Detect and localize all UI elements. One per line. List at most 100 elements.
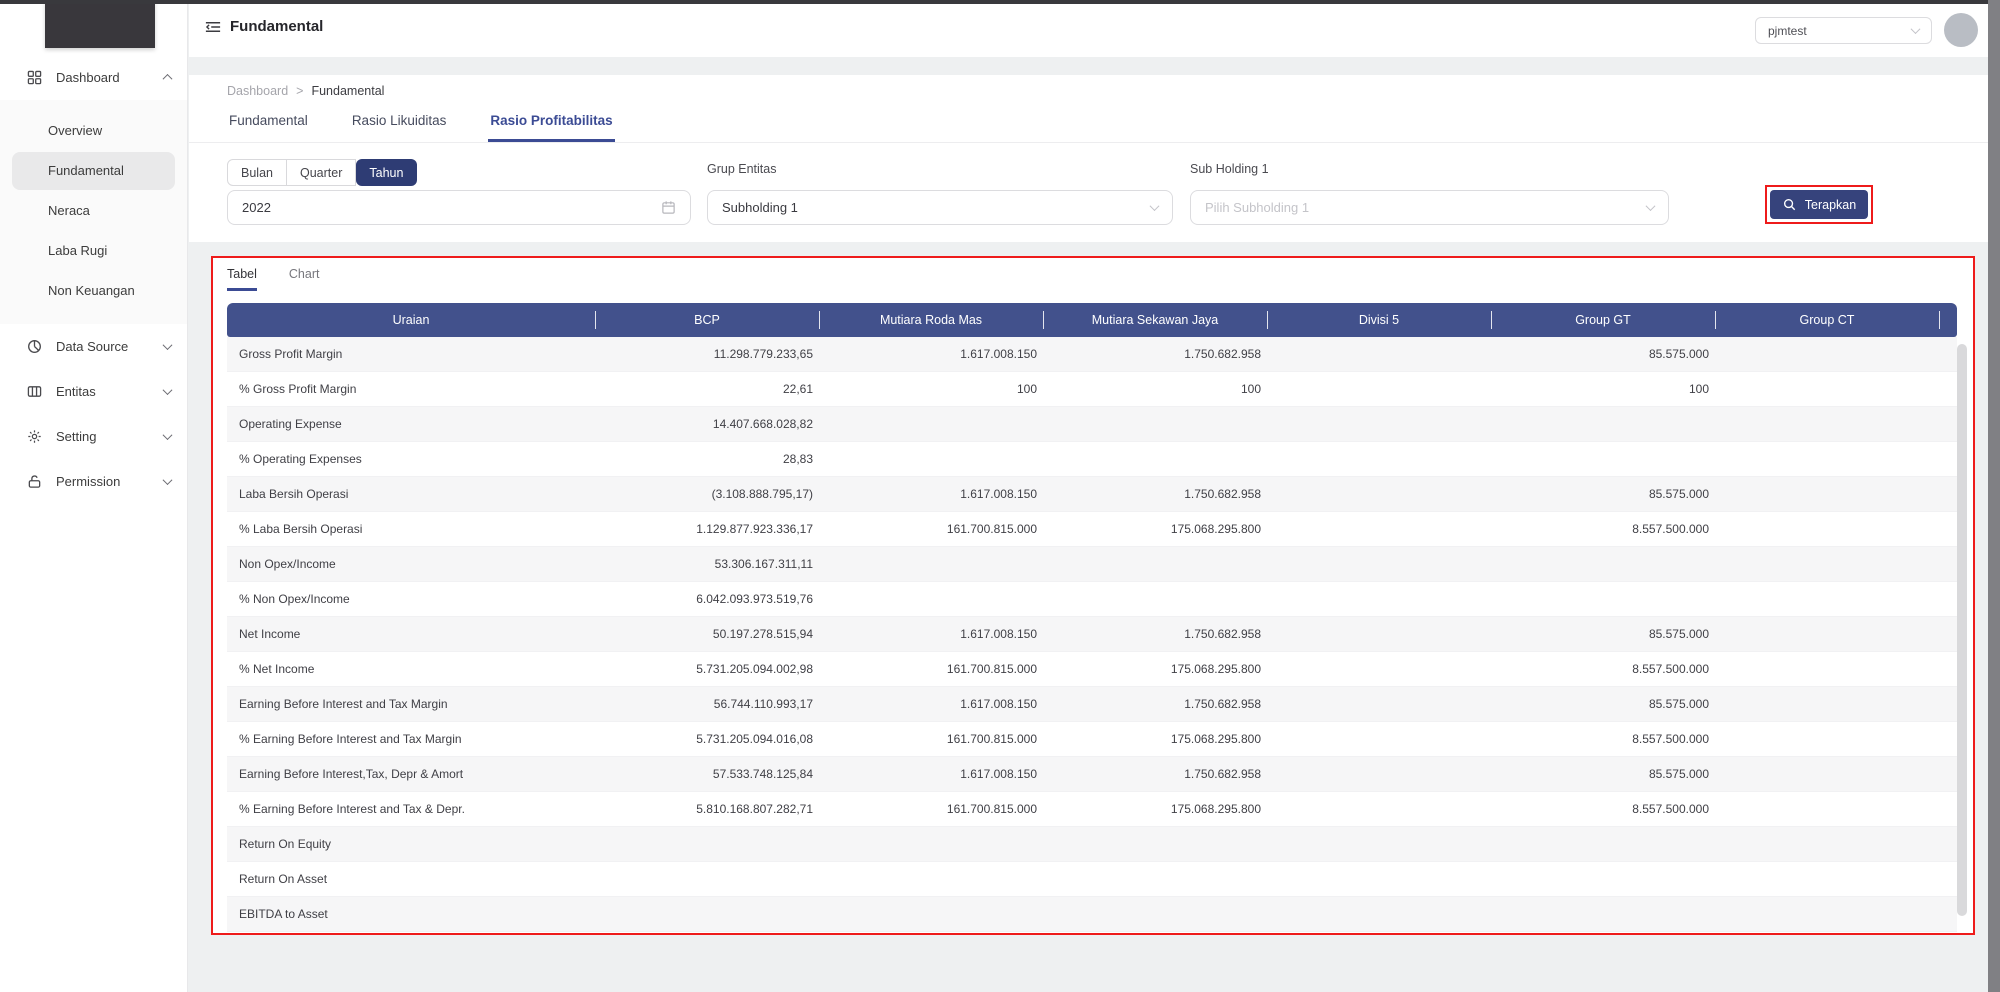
table-row: % Laba Bersih Operasi1.129.877.923.336,1… <box>227 512 1957 547</box>
row-label: Operating Expense <box>227 417 595 431</box>
table-row: % Earning Before Interest and Tax & Depr… <box>227 792 1957 827</box>
cell-value: 5.731.205.094.016,08 <box>595 732 819 746</box>
cell-value: 11.298.779.233,65 <box>595 347 819 361</box>
top-border <box>0 0 2000 4</box>
table-body: Gross Profit Margin11.298.779.233,651.61… <box>227 337 1957 932</box>
sidebar-item-data-source[interactable]: Data Source <box>0 324 187 369</box>
tab-rasio-profitabilitas[interactable]: Rasio Profitabilitas <box>488 107 614 142</box>
avatar[interactable] <box>1944 13 1978 47</box>
row-label: Gross Profit Margin <box>227 347 595 361</box>
table-row: % Earning Before Interest and Tax Margin… <box>227 722 1957 757</box>
breadcrumb-separator: > <box>296 84 303 98</box>
sidebar-item-label: Permission <box>56 474 164 489</box>
period-button-bulan[interactable]: Bulan <box>227 159 287 186</box>
cell-value: 5.731.205.094.002,98 <box>595 662 819 676</box>
row-label: % Gross Profit Margin <box>227 382 595 396</box>
sidebar-subitem-neraca[interactable]: Neraca <box>12 192 175 230</box>
column-header-uraian: Uraian <box>227 303 595 337</box>
chevron-down-icon <box>1911 24 1921 34</box>
row-label: EBITDA to Asset <box>227 907 595 921</box>
column-header-mutiara-sekawan-jaya: Mutiara Sekawan Jaya <box>1043 303 1267 337</box>
cell-value: 161.700.815.000 <box>819 732 1043 746</box>
column-header-divisi-5: Divisi 5 <box>1267 303 1491 337</box>
sub-holding-select[interactable]: Pilih Subholding 1 <box>1190 190 1669 225</box>
dashboard-submenu: OverviewFundamentalNeracaLaba RugiNon Ke… <box>0 100 187 324</box>
cell-value: 1.750.682.958 <box>1043 487 1267 501</box>
annotation-apply-highlight: Terapkan <box>1765 185 1873 224</box>
column-header-group-ct: Group CT <box>1715 303 1939 337</box>
sub-holding-placeholder: Pilih Subholding 1 <box>1205 200 1647 215</box>
cell-value: 85.575.000 <box>1491 767 1715 781</box>
view-tab-tabel[interactable]: Tabel <box>227 267 257 291</box>
table-row: EBITDA to Asset <box>227 897 1957 932</box>
cell-value: 85.575.000 <box>1491 697 1715 711</box>
row-label: Earning Before Interest and Tax Margin <box>227 697 595 711</box>
table-scrollbar-thumb[interactable] <box>1957 344 1967 916</box>
column-header-mutiara-roda-mas: Mutiara Roda Mas <box>819 303 1043 337</box>
cell-value: 1.617.008.150 <box>819 767 1043 781</box>
column-header-group-gt: Group GT <box>1491 303 1715 337</box>
period-button-quarter[interactable]: Quarter <box>287 159 356 186</box>
row-label: Non Opex/Income <box>227 557 595 571</box>
table-row: % Non Opex/Income6.042.093.973.519,76 <box>227 582 1957 617</box>
chevron-up-icon <box>163 73 173 83</box>
breadcrumb-item-dashboard[interactable]: Dashboard <box>227 84 288 98</box>
view-tab-chart[interactable]: Chart <box>289 267 320 291</box>
cell-value: 1.617.008.150 <box>819 347 1043 361</box>
cell-value: 175.068.295.800 <box>1043 802 1267 816</box>
sidebar-item-setting[interactable]: Setting <box>0 414 187 459</box>
apply-button[interactable]: Terapkan <box>1770 190 1868 219</box>
row-label: % Earning Before Interest and Tax Margin <box>227 732 595 746</box>
table-row: Net Income50.197.278.515,941.617.008.150… <box>227 617 1957 652</box>
sidebar-item-permission[interactable]: Permission <box>0 459 187 504</box>
table-row: Gross Profit Margin11.298.779.233,651.61… <box>227 337 1957 372</box>
period-segmented-control: BulanQuarterTahun <box>227 159 417 186</box>
sidebar-item-label: Dashboard <box>56 70 164 85</box>
row-label: % Net Income <box>227 662 595 676</box>
sidebar-subitem-laba-rugi[interactable]: Laba Rugi <box>12 232 175 270</box>
cell-value: 85.575.000 <box>1491 627 1715 641</box>
cell-value: 161.700.815.000 <box>819 662 1043 676</box>
sidebar-subitem-non-keuangan[interactable]: Non Keuangan <box>12 272 175 310</box>
pie-chart-icon <box>26 339 42 355</box>
user-dropdown[interactable]: pjmtest <box>1755 17 1932 44</box>
cell-value: 1.617.008.150 <box>819 697 1043 711</box>
period-button-tahun[interactable]: Tahun <box>356 159 417 186</box>
page-scrollbar[interactable] <box>1988 0 2000 992</box>
cell-value: 8.557.500.000 <box>1491 732 1715 746</box>
cell-value: 53.306.167.311,11 <box>595 557 819 571</box>
grup-entitas-select[interactable]: Subholding 1 <box>707 190 1173 225</box>
table-panel: TabelChart UraianBCPMutiara Roda MasMuti… <box>213 258 1973 933</box>
sidebar-subitem-overview[interactable]: Overview <box>12 112 175 150</box>
page-title-wrap: Fundamental <box>205 18 323 35</box>
chevron-down-icon <box>163 475 173 485</box>
sidebar-nav: Dashboard OverviewFundamentalNeracaLaba … <box>0 62 187 504</box>
user-dropdown-value: pjmtest <box>1768 24 1912 38</box>
year-input[interactable]: 2022 <box>227 190 691 225</box>
tab-rasio-likuiditas[interactable]: Rasio Likuiditas <box>350 107 449 142</box>
column-header-spacer <box>1939 303 1957 337</box>
cell-value: 100 <box>819 382 1043 396</box>
sidebar-subitem-fundamental[interactable]: Fundamental <box>12 152 175 190</box>
row-label: % Non Opex/Income <box>227 592 595 606</box>
sidebar-item-label: Setting <box>56 429 164 444</box>
top-header: Fundamental pjmtest <box>189 4 1988 57</box>
chevron-down-icon <box>1646 201 1656 211</box>
grup-entitas-label: Grup Entitas <box>707 162 776 176</box>
cell-value: (3.108.888.795,17) <box>595 487 819 501</box>
cell-value: 8.557.500.000 <box>1491 802 1715 816</box>
cell-value: 85.575.000 <box>1491 347 1715 361</box>
sidebar-item-dashboard[interactable]: Dashboard <box>0 62 187 92</box>
row-label: Net Income <box>227 627 595 641</box>
cell-value: 1.750.682.958 <box>1043 627 1267 641</box>
cell-value: 22,61 <box>595 382 819 396</box>
filters-panel: Dashboard > Fundamental Fundamental Rasio… <box>189 75 1988 242</box>
table-row: Non Opex/Income53.306.167.311,11 <box>227 547 1957 582</box>
apply-button-label: Terapkan <box>1805 198 1856 212</box>
row-label: % Operating Expenses <box>227 452 595 466</box>
sidebar-collapse-icon[interactable] <box>205 19 221 35</box>
sidebar-item-entitas[interactable]: Entitas <box>0 369 187 414</box>
breadcrumb: Dashboard > Fundamental <box>227 84 384 98</box>
cell-value: 1.617.008.150 <box>819 627 1043 641</box>
tab-fundamental[interactable]: Fundamental <box>227 107 310 142</box>
